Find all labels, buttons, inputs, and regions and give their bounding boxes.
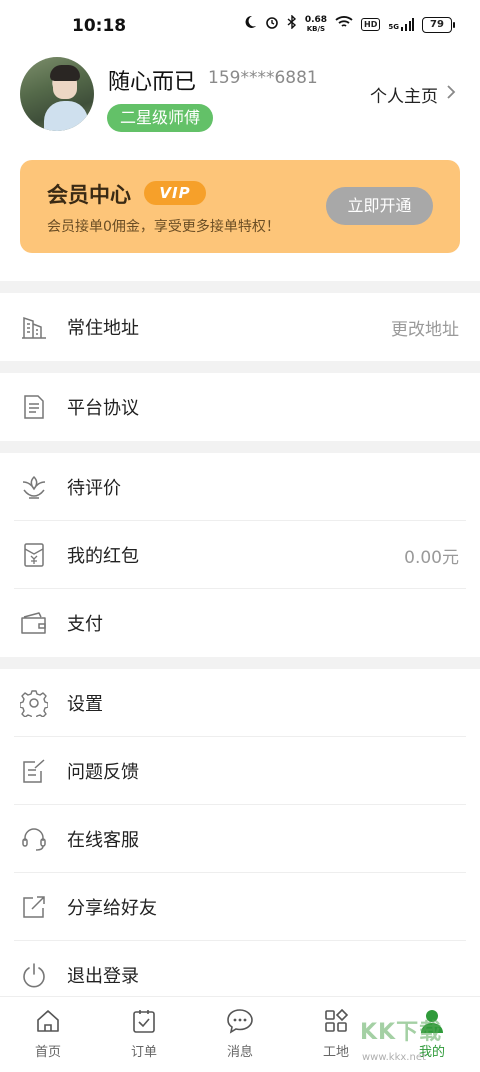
status-time: 10:18 bbox=[72, 16, 127, 36]
menu-item-feedback[interactable]: 问题反馈 bbox=[0, 737, 480, 805]
net-speed: 0.68 KB/S bbox=[304, 14, 328, 34]
section-separator bbox=[0, 281, 480, 293]
hd-badge: HD bbox=[361, 18, 381, 31]
menu-label-logout: 退出登录 bbox=[67, 966, 139, 987]
wifi-icon bbox=[335, 15, 353, 34]
menu-item-agreement[interactable]: 平台协议 bbox=[0, 373, 480, 441]
flower-icon bbox=[20, 473, 48, 501]
watermark-url: www.kkx.net bbox=[362, 1052, 426, 1063]
avatar[interactable] bbox=[20, 57, 94, 131]
alarm-icon bbox=[265, 15, 279, 34]
menu-item-share[interactable]: 分享给好友 bbox=[0, 873, 480, 941]
vip-description: 会员接单0佣金，享受更多接单特权！ bbox=[47, 219, 280, 235]
menu-label-settings: 设置 bbox=[67, 694, 103, 715]
chat-icon bbox=[192, 1005, 288, 1037]
app-screen: 10:18 0.68 KB/S HD 5G 79 随心而已 159****688… bbox=[0, 0, 480, 1072]
redpacket-balance: 0.00元 bbox=[404, 547, 459, 568]
signal-icon: 5G bbox=[388, 17, 414, 32]
menu-item-settings[interactable]: 设置 bbox=[0, 669, 480, 737]
home-icon bbox=[0, 1005, 96, 1037]
status-icons: 0.68 KB/S HD 5G 79 bbox=[243, 14, 455, 34]
menu-label-address: 常住地址 bbox=[67, 318, 139, 339]
menu-label-review: 待评价 bbox=[67, 478, 121, 499]
share-icon bbox=[20, 893, 48, 921]
menu-label-payment: 支付 bbox=[67, 614, 103, 635]
user-level-badge: 二星级师傅 bbox=[107, 104, 214, 132]
signal-5g: 5G bbox=[388, 22, 399, 31]
moon-icon bbox=[243, 15, 257, 34]
vip-card[interactable]: 会员中心 VIP 会员接单0佣金，享受更多接单特权！ 立即开通 bbox=[20, 160, 460, 253]
section-separator bbox=[0, 361, 480, 373]
document-icon bbox=[20, 393, 48, 421]
vip-activate-button[interactable]: 立即开通 bbox=[326, 187, 433, 225]
watermark-logo: KK下载 bbox=[360, 1020, 443, 1045]
power-icon bbox=[20, 961, 48, 989]
vip-title: 会员中心 bbox=[47, 183, 131, 207]
nav-label-home: 首页 bbox=[34, 1045, 61, 1060]
vip-badge: VIP bbox=[144, 181, 206, 205]
menu-item-payment[interactable]: 支付 bbox=[0, 589, 480, 657]
net-speed-value: 0.68 bbox=[304, 14, 328, 25]
net-speed-unit: KB/S bbox=[306, 24, 326, 33]
edit-note-icon bbox=[20, 757, 48, 785]
menu-item-service[interactable]: 在线客服 bbox=[0, 805, 480, 873]
menu-label-agreement: 平台协议 bbox=[67, 398, 139, 419]
headset-icon bbox=[20, 825, 48, 853]
menu-label-service: 在线客服 bbox=[67, 830, 139, 851]
gear-icon bbox=[20, 689, 48, 717]
nav-label-orders: 订单 bbox=[130, 1045, 157, 1060]
nav-item-messages[interactable]: 消息 bbox=[192, 1005, 288, 1065]
user-name: 随心而已 bbox=[108, 70, 197, 95]
change-address-text[interactable]: 更改地址 bbox=[391, 315, 459, 340]
status-bar: 10:18 0.68 KB/S HD 5G 79 bbox=[0, 0, 480, 52]
nav-item-orders[interactable]: 订单 bbox=[96, 1005, 192, 1065]
personal-homepage-link[interactable]: 个人主页 bbox=[370, 82, 456, 107]
homepage-label: 个人主页 bbox=[370, 87, 438, 107]
user-phone: 159****6881 bbox=[208, 68, 318, 88]
menu-item-address[interactable]: 常住地址 更改地址 bbox=[0, 293, 480, 361]
section-separator bbox=[0, 441, 480, 453]
menu-label-feedback: 问题反馈 bbox=[67, 762, 139, 783]
nav-item-home[interactable]: 首页 bbox=[0, 1005, 96, 1065]
menu-label-share: 分享给好友 bbox=[67, 898, 157, 919]
wallet-icon bbox=[20, 609, 48, 637]
battery-indicator: 79 bbox=[422, 16, 455, 33]
nav-label-messages: 消息 bbox=[226, 1045, 253, 1060]
section-separator bbox=[0, 657, 480, 669]
menu-item-review[interactable]: 待评价 bbox=[0, 453, 480, 521]
clipboard-icon bbox=[96, 1005, 192, 1037]
red-envelope-icon bbox=[20, 541, 48, 569]
menu-item-redpacket[interactable]: 我的红包 0.00元 bbox=[0, 521, 480, 589]
building-icon bbox=[20, 313, 48, 341]
menu-label-redpacket: 我的红包 bbox=[67, 546, 139, 567]
chevron-right-icon bbox=[446, 84, 456, 105]
bluetooth-icon bbox=[287, 14, 297, 34]
